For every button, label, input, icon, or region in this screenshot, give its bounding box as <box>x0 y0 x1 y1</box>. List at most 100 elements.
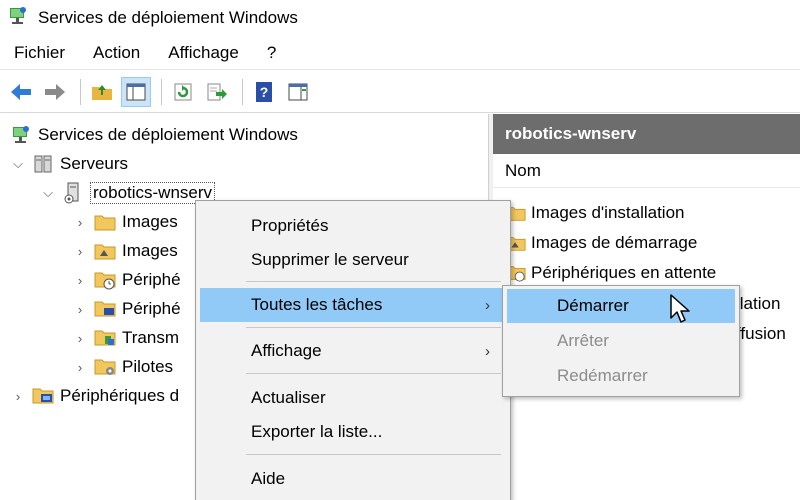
menu-separator <box>246 327 501 328</box>
tree-label: Périphé <box>122 270 181 289</box>
tree-label: Services de déploiement Windows <box>38 125 298 144</box>
svg-text:?: ? <box>260 84 269 100</box>
chevron-right-icon[interactable]: › <box>72 244 88 259</box>
menu-separator <box>246 454 501 455</box>
menu-fichier[interactable]: Fichier <box>0 43 79 63</box>
boot-folder-icon <box>94 240 116 262</box>
menu-item-help[interactable]: Aide <box>200 462 506 496</box>
list-item-label: Périphériques en attente <box>531 263 717 282</box>
menu-separator <box>246 281 501 282</box>
toolbar-separator <box>161 78 162 105</box>
menu-item-label: Propriétés <box>251 216 329 235</box>
tree-label: Images <box>122 241 178 260</box>
toolbar-separator <box>80 78 81 105</box>
menu-item-label: Redémarrer <box>557 366 648 385</box>
help-icon[interactable]: ? <box>249 77 279 107</box>
toolbar-separator <box>242 78 243 105</box>
tree-label: Périphé <box>122 299 181 318</box>
pending-devices-icon <box>94 269 116 291</box>
list-item-label: Images d'installation <box>531 203 685 222</box>
menu-affichage[interactable]: Affichage <box>154 43 253 63</box>
console-pane-icon[interactable] <box>283 77 313 107</box>
tree-label: Pilotes <box>122 357 174 376</box>
menu-item-start[interactable]: Démarrer <box>507 289 735 323</box>
list-item-label: llation <box>736 294 781 313</box>
tree-item-server[interactable]: ⌵ robotics-wnserv <box>40 178 216 208</box>
menu-item-view[interactable]: Affichage › <box>200 334 506 368</box>
menu-item-label: Affichage <box>251 341 322 360</box>
menu-help[interactable]: ? <box>253 43 290 63</box>
tree-item-install-images[interactable]: › Images <box>72 207 178 237</box>
wds-icon <box>10 124 32 146</box>
menu-separator <box>246 373 501 374</box>
drivers-folder-icon <box>94 356 116 378</box>
menu-item-export-list[interactable]: Exporter la liste... <box>200 415 506 449</box>
results-header: robotics-wnserv <box>493 114 800 154</box>
back-arrow-icon[interactable] <box>6 77 36 107</box>
list-item-label: Images de démarrage <box>531 233 698 252</box>
menu-item-refresh[interactable]: Actualiser <box>200 381 506 415</box>
up-folder-icon[interactable] <box>87 77 117 107</box>
menu-item-label: Supprimer le serveur <box>251 250 409 269</box>
menu-item-label: Démarrer <box>557 296 629 315</box>
menu-item-label: Exporter la liste... <box>251 422 383 441</box>
refresh-icon[interactable] <box>168 77 198 107</box>
window-title: Services de déploiement Windows <box>38 8 298 27</box>
list-item[interactable]: Périphériques en attente <box>505 258 716 288</box>
tree-label: Images <box>122 212 178 231</box>
menu-item-label: Toutes les tâches <box>251 295 383 314</box>
tree-item-boot-images[interactable]: › Images <box>72 236 178 266</box>
tree-item-pending-devices[interactable]: › Périphé <box>72 265 181 295</box>
server-icon <box>62 182 84 204</box>
menu-item-stop: Arrêter <box>507 324 735 358</box>
folder-icon <box>94 211 116 233</box>
column-header-name[interactable]: Nom <box>493 154 800 188</box>
all-tasks-submenu: Démarrer Arrêter Redémarrer <box>502 285 740 397</box>
devices-folder-icon <box>94 298 116 320</box>
toolbar: ? <box>0 71 800 113</box>
list-item-label: ffusion <box>736 324 786 343</box>
list-item[interactable]: Images de démarrage <box>505 228 697 258</box>
menu-item-label: Arrêter <box>557 331 609 350</box>
show-hide-tree-icon[interactable] <box>121 76 151 107</box>
chevron-down-icon[interactable]: ⌵ <box>40 185 56 201</box>
menu-bar: Fichier Action Affichage ? <box>0 36 800 70</box>
menu-item-restart: Redémarrer <box>507 359 735 393</box>
tree-label: Transm <box>122 328 179 347</box>
menu-item-label: Aide <box>251 469 286 488</box>
tree-item-ad-devices[interactable]: › Périphériques d <box>10 381 179 411</box>
ad-devices-icon <box>32 385 54 407</box>
tree-item-drivers[interactable]: › Pilotes <box>72 352 173 382</box>
chevron-right-icon[interactable]: › <box>72 273 88 288</box>
list-item[interactable]: Images d'installation <box>505 198 685 228</box>
chevron-right-icon[interactable]: › <box>72 302 88 317</box>
forward-arrow-icon[interactable] <box>40 77 70 107</box>
tree-item-multicast[interactable]: › Transm <box>72 323 179 353</box>
context-menu: Propriétés Supprimer le serveur Toutes l… <box>195 200 511 500</box>
menu-item-delete-server[interactable]: Supprimer le serveur <box>200 243 506 277</box>
tree-item-root[interactable]: Services de déploiement Windows <box>8 120 298 150</box>
chevron-right-icon: › <box>485 342 490 360</box>
chevron-right-icon[interactable]: › <box>10 389 26 404</box>
chevron-right-icon[interactable]: › <box>72 215 88 230</box>
list-item-partial[interactable]: llation <box>736 289 780 319</box>
menu-action[interactable]: Action <box>79 43 154 63</box>
tree-item-servers[interactable]: ⌵ Serveurs <box>10 149 128 179</box>
chevron-right-icon[interactable]: › <box>72 331 88 346</box>
multicast-icon <box>94 327 116 349</box>
menu-item-all-tasks[interactable]: Toutes les tâches › <box>200 288 506 322</box>
menu-item-properties[interactable]: Propriétés <box>200 209 506 243</box>
tree-label: Serveurs <box>60 154 129 173</box>
servers-icon <box>32 153 54 175</box>
chevron-down-icon[interactable]: ⌵ <box>10 156 26 172</box>
menu-item-label: Actualiser <box>251 388 326 407</box>
chevron-right-icon: › <box>485 296 490 314</box>
title-bar: Services de déploiement Windows <box>0 0 800 36</box>
tree-label: Périphériques d <box>60 386 180 405</box>
export-list-icon[interactable] <box>202 77 232 107</box>
list-item-partial[interactable]: ffusion <box>736 319 786 349</box>
chevron-right-icon[interactable]: › <box>72 360 88 375</box>
wds-icon <box>8 6 28 31</box>
mouse-cursor-icon <box>670 294 692 331</box>
tree-item-active-devices[interactable]: › Périphé <box>72 294 181 324</box>
